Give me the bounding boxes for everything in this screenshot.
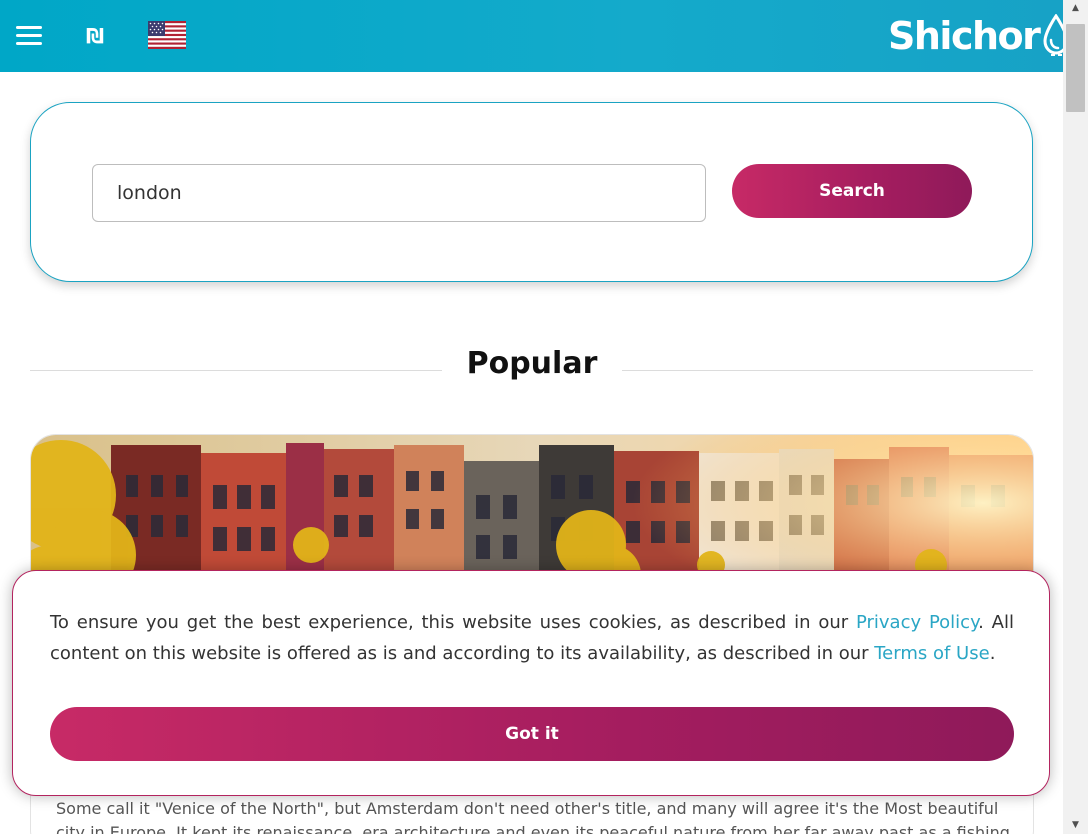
- search-button[interactable]: Search: [732, 164, 972, 218]
- divider-left: [30, 370, 442, 371]
- water-drop-icon: [1043, 14, 1063, 56]
- cookie-message: To ensure you get the best experience, t…: [50, 607, 1014, 669]
- scroll-down-arrow-icon[interactable]: ▼: [1063, 817, 1088, 834]
- divider-right: [622, 370, 1033, 371]
- popular-title: Popular: [466, 346, 598, 381]
- cookie-text-part: .: [989, 643, 996, 664]
- site-header: ₪ Shichor: [0, 0, 1063, 72]
- currency-selector-button[interactable]: ₪: [80, 22, 110, 50]
- us-flag-icon: [148, 21, 186, 49]
- scroll-up-arrow-icon[interactable]: ▲: [1063, 0, 1088, 17]
- currency-symbol: ₪: [85, 24, 105, 48]
- scrollbar-thumb[interactable]: [1066, 24, 1085, 112]
- privacy-policy-link[interactable]: Privacy Policy: [856, 612, 978, 633]
- search-panel: Search: [30, 102, 1033, 282]
- logo-text: Shichor: [888, 14, 1041, 58]
- search-input[interactable]: [92, 164, 706, 222]
- cookie-consent-banner: To ensure you get the best experience, t…: [12, 570, 1050, 796]
- terms-of-use-link[interactable]: Terms of Use: [874, 643, 989, 664]
- hamburger-menu-icon[interactable]: [14, 24, 44, 48]
- popular-section-header: Popular: [30, 340, 1033, 400]
- language-selector-button[interactable]: [148, 21, 186, 49]
- cookie-text-part: To ensure you get the best experience, t…: [50, 612, 856, 633]
- vertical-scrollbar[interactable]: ▲ ▼: [1063, 0, 1088, 834]
- destination-description: Some call it "Venice of the North", but …: [56, 799, 1010, 834]
- page-viewport: ₪ Shichor london Search Popular Some cal…: [0, 0, 1063, 834]
- got-it-button[interactable]: Got it: [50, 707, 1014, 761]
- site-logo[interactable]: Shichor: [888, 8, 1063, 64]
